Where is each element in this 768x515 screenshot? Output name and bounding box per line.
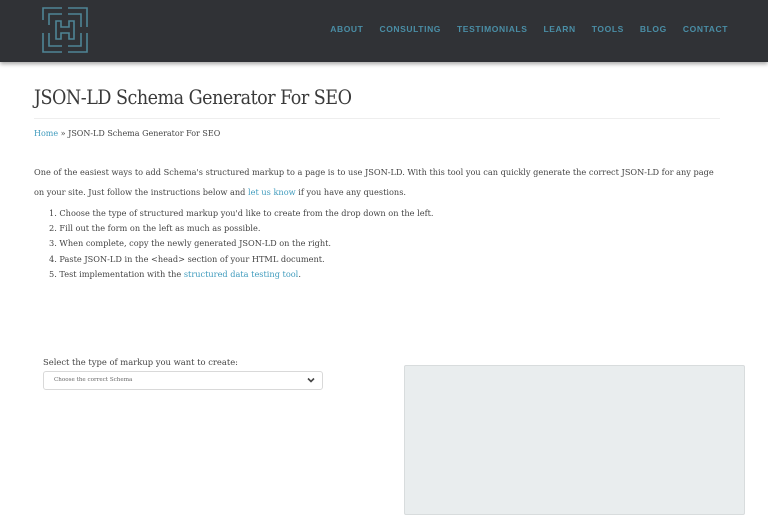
nav-learn[interactable]: LEARN bbox=[544, 24, 576, 34]
breadcrumb-current: JSON-LD Schema Generator For SEO bbox=[68, 129, 221, 138]
step5-text: 5. Test implementation with the bbox=[49, 268, 184, 279]
intro-paragraph: One of the easiest ways to add Schema's … bbox=[34, 162, 724, 202]
structured-data-testing-tool-link[interactable]: structured data testing tool bbox=[184, 269, 298, 279]
instruction-step: 4. Paste JSON-LD in the <head> section o… bbox=[49, 253, 325, 264]
main-nav: ABOUT CONSULTING TESTIMONIALS LEARN TOOL… bbox=[314, 24, 728, 34]
step5-suffix: . bbox=[298, 268, 301, 279]
instruction-step: 2. Fill out the form on the left as much… bbox=[49, 223, 261, 234]
schema-type-select[interactable]: Choose the correct Schema bbox=[43, 371, 323, 390]
instructions-list: 1. Choose the type of structured markup … bbox=[49, 206, 434, 282]
nav-tools[interactable]: TOOLS bbox=[592, 24, 624, 34]
nav-consulting[interactable]: CONSULTING bbox=[379, 24, 441, 34]
page-title: JSON-LD Schema Generator For SEO bbox=[34, 86, 352, 109]
instruction-step: 1. Choose the type of structured markup … bbox=[49, 208, 434, 218]
nav-testimonials[interactable]: TESTIMONIALS bbox=[457, 24, 527, 34]
breadcrumb-separator: » bbox=[58, 129, 69, 138]
site-logo-icon[interactable] bbox=[42, 7, 88, 53]
breadcrumb: Home » JSON-LD Schema Generator For SEO bbox=[34, 129, 220, 138]
site-header: ABOUT CONSULTING TESTIMONIALS LEARN TOOL… bbox=[0, 0, 768, 62]
chevron-down-icon bbox=[307, 377, 315, 383]
nav-blog[interactable]: BLOG bbox=[640, 24, 667, 34]
instruction-step: 3. When complete, copy the newly generat… bbox=[49, 238, 331, 249]
schema-select-value: Choose the correct Schema bbox=[54, 377, 133, 383]
instruction-step: 5. Test implementation with the structur… bbox=[49, 267, 434, 282]
json-ld-output-box[interactable] bbox=[404, 365, 745, 515]
schema-select-label: Select the type of markup you want to cr… bbox=[43, 357, 239, 367]
breadcrumb-home-link[interactable]: Home bbox=[34, 129, 58, 138]
let-us-know-link[interactable]: let us know bbox=[248, 187, 296, 197]
nav-about[interactable]: ABOUT bbox=[330, 24, 363, 34]
nav-contact[interactable]: CONTACT bbox=[683, 24, 728, 34]
intro-text-end: if you have any questions. bbox=[295, 187, 407, 197]
title-divider bbox=[34, 118, 720, 119]
